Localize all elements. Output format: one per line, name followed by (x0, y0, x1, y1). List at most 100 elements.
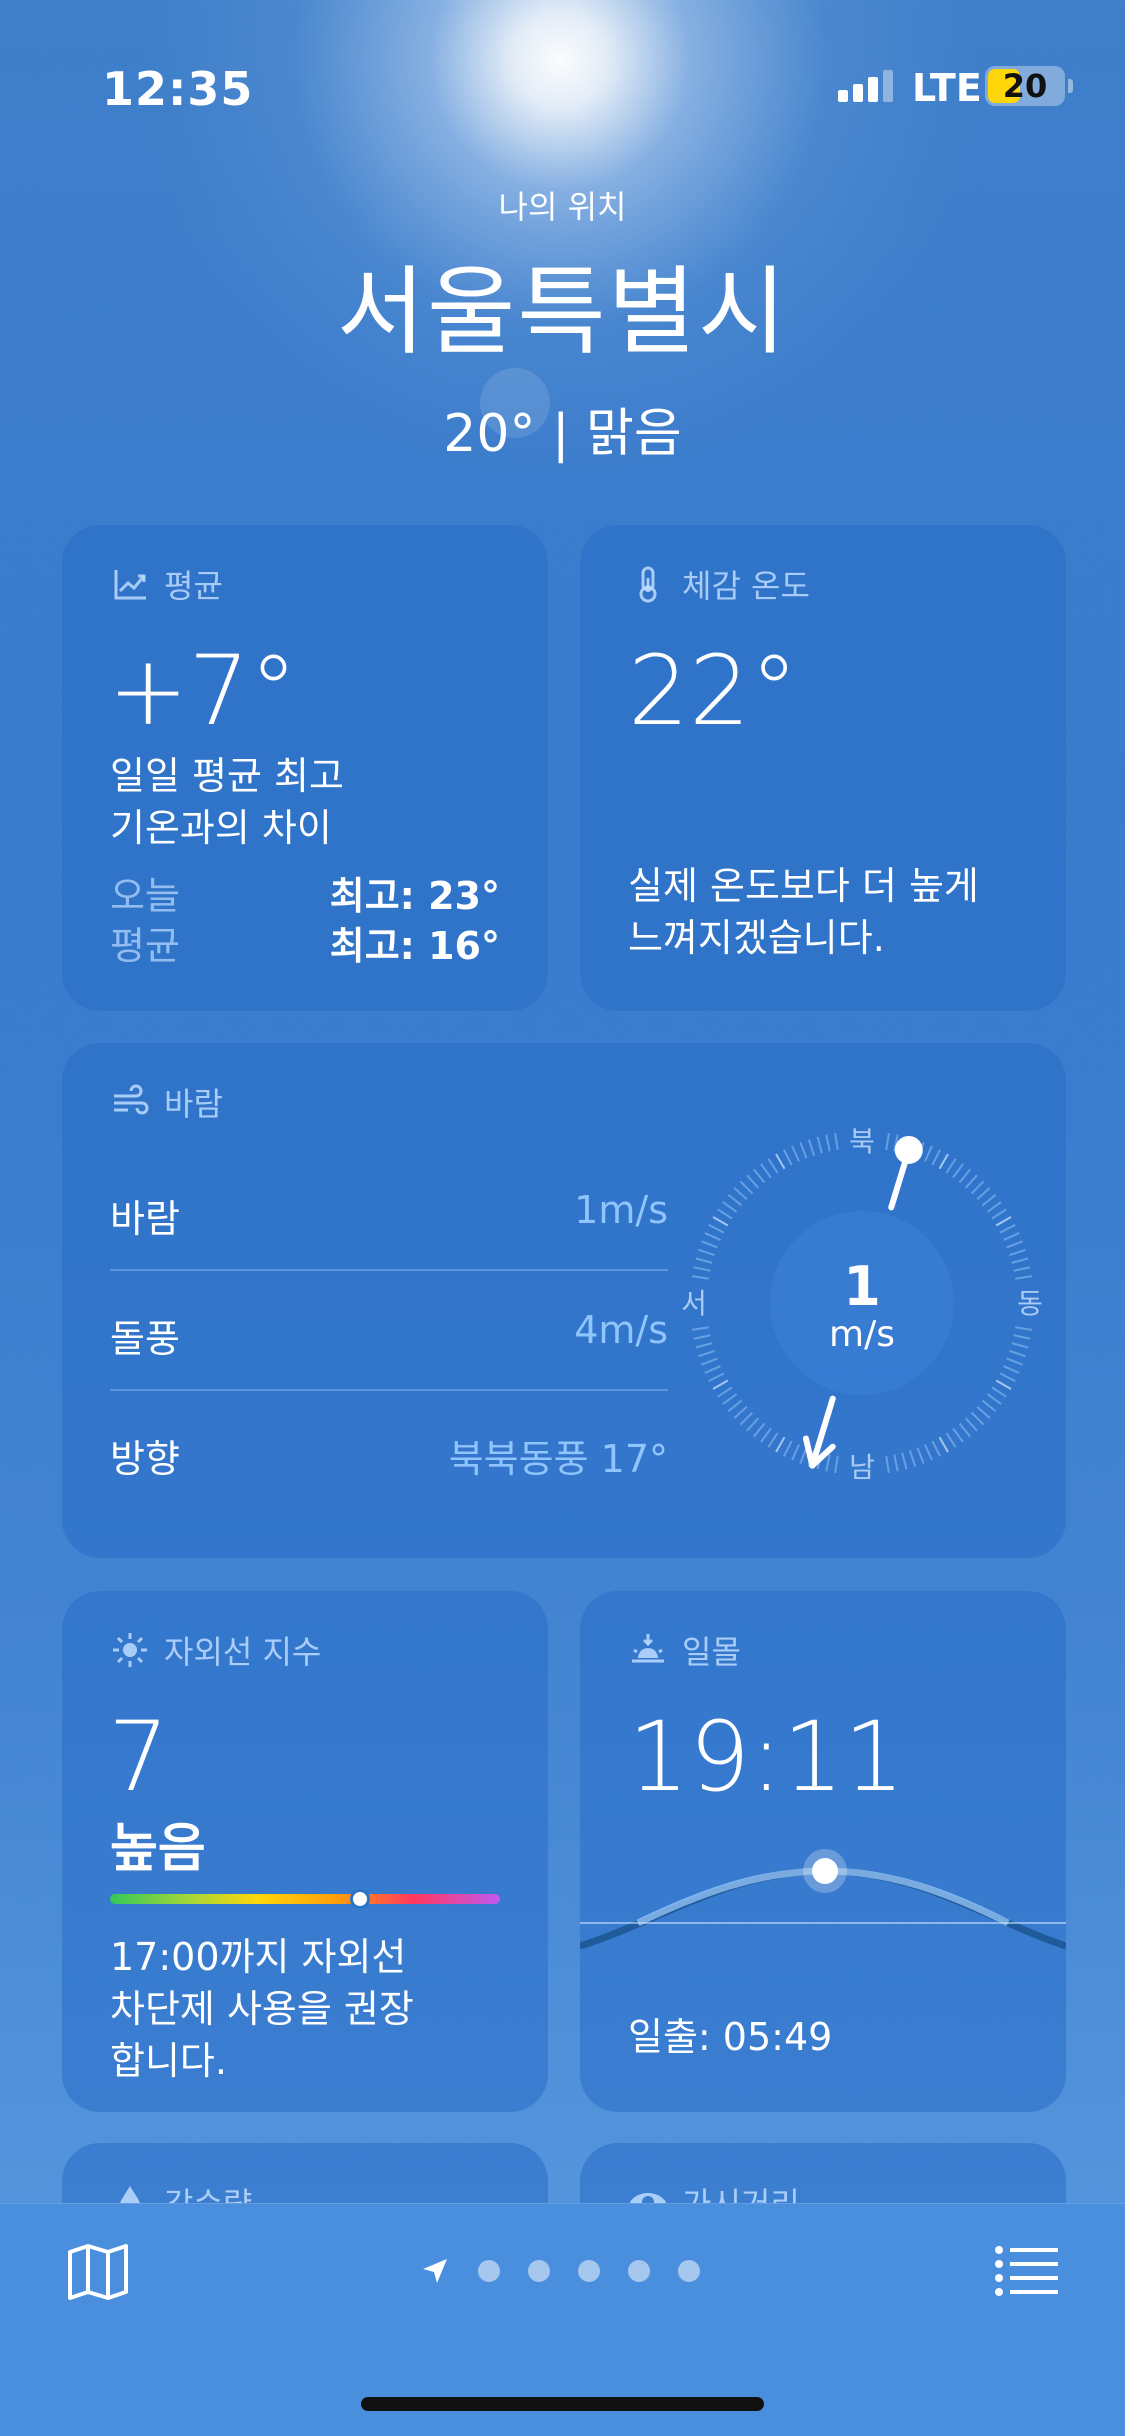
sun-marker (812, 1858, 838, 1884)
compass-tick (752, 1168, 766, 1184)
uv-title: 자외선 지수 (164, 1633, 322, 1671)
page-dot[interactable] (578, 2260, 600, 2282)
page-indicator[interactable] (420, 2256, 700, 2286)
wind-divider (110, 1269, 668, 1271)
avg-row: 평균 최고: 16° (110, 915, 500, 970)
status-time: 12:35 (102, 62, 254, 116)
compass-tick (701, 1357, 718, 1366)
compass-tick (727, 1399, 743, 1413)
compass-tick (945, 1158, 957, 1174)
average-desc-2: 기온과의 차이 (110, 806, 332, 850)
compass-tick (1011, 1342, 1029, 1349)
sunset-header: 일몰 (628, 1627, 741, 1673)
compass-tick (893, 1454, 899, 1472)
map-icon[interactable] (66, 2240, 130, 2304)
compass-tick (991, 1208, 1007, 1220)
compass-tick (981, 1399, 997, 1413)
wind-gust-label: 돌풍 (110, 1317, 180, 1361)
compass-tick (970, 1180, 985, 1195)
compass-tick (986, 1393, 1002, 1405)
average-value: +7° (108, 635, 298, 747)
uv-level-marker (349, 1889, 370, 1909)
compass-tick (885, 1132, 890, 1151)
compass-tick (693, 1334, 711, 1340)
compass-tick (708, 1372, 725, 1382)
wind-title: 바람 (164, 1085, 223, 1123)
compass-tick (799, 1142, 808, 1159)
wind-card[interactable]: 바람 바람 1m/s 돌풍 4m/s 방향 북북동풍 17° 북 남 동 서 1… (62, 1043, 1066, 1558)
compass-tick (999, 1372, 1016, 1382)
compass-tick (816, 1136, 823, 1154)
compass-tick (791, 1444, 800, 1461)
compass-tick (760, 1427, 772, 1443)
compass-north: 북 (849, 1125, 875, 1158)
compass-tick (1011, 1257, 1029, 1264)
average-card[interactable]: 평균 +7° 일일 평균 최고 기온과의 차이 오늘 최고: 23° 평균 최고… (62, 525, 548, 1011)
compass-tick (916, 1447, 925, 1464)
compass-tick (767, 1158, 779, 1174)
compass-tick (952, 1427, 964, 1443)
compass-tick (999, 1224, 1016, 1234)
compass-tick (691, 1326, 710, 1331)
compass-tick (834, 1132, 839, 1151)
compass-tick (986, 1201, 1002, 1213)
compass-tick (1009, 1349, 1026, 1358)
compass-tick (931, 1440, 941, 1457)
feels-like-value: 22° (628, 635, 799, 747)
compass-tick (1006, 1357, 1023, 1366)
uv-desc-1: 17:00까지 자외선 (110, 1935, 407, 1979)
uv-desc-2: 차단제 사용을 권장 (110, 1987, 414, 2031)
compass-tick (775, 1436, 786, 1453)
compass-tick (908, 1450, 917, 1467)
avg-value: 최고: 16° (329, 924, 500, 968)
page-dot[interactable] (628, 2260, 650, 2282)
compass-speed: 1 (843, 1255, 881, 1318)
page-dot[interactable] (478, 2260, 500, 2282)
average-desc-1: 일일 평균 최고 (110, 754, 344, 798)
cellular-signal-icon (838, 70, 893, 102)
location-label: 나의 위치 (498, 188, 627, 226)
wind-row-gust: 돌풍 4m/s (110, 1308, 668, 1363)
compass-tick (712, 1216, 729, 1227)
compass-tick (722, 1201, 738, 1213)
wind-icon (114, 1084, 149, 1115)
compass-tick (924, 1145, 933, 1162)
today-value: 최고: 23° (329, 874, 500, 918)
thermometer-icon (639, 566, 657, 603)
page-dot[interactable] (528, 2260, 550, 2282)
location-arrow-icon[interactable] (420, 2256, 450, 2286)
compass-tick (1014, 1275, 1033, 1280)
compass-tick (1006, 1240, 1023, 1249)
sunset-title: 일몰 (682, 1633, 741, 1671)
compass-tick (691, 1275, 710, 1280)
compass-tick (698, 1248, 715, 1257)
compass-tick (746, 1174, 760, 1189)
wind-direction-value: 북북동풍 17° (448, 1437, 668, 1481)
compass-tick (695, 1257, 713, 1264)
page-dot[interactable] (678, 2260, 700, 2282)
compass-tick (733, 1405, 748, 1419)
compass-tick (807, 1139, 816, 1156)
compass-tick (752, 1422, 766, 1438)
wind-speed-label: 바람 (110, 1197, 180, 1241)
compass-tick (704, 1232, 721, 1241)
wind-compass: 북 남 동 서 1 m/s (681, 1125, 1043, 1484)
feels-like-card[interactable]: 체감 온도 22° 실제 온도보다 더 높게 느껴지겠습니다. (580, 525, 1066, 1011)
compass-tick (981, 1193, 997, 1207)
wind-row-speed: 바람 1m/s (110, 1188, 668, 1243)
compass-tick (708, 1224, 725, 1234)
list-icon[interactable] (994, 2244, 1060, 2300)
wind-divider (110, 1389, 668, 1391)
wind-row-direction: 방향 북북동풍 17° (110, 1428, 668, 1483)
compass-tick (1009, 1248, 1026, 1257)
home-indicator[interactable] (361, 2397, 764, 2411)
today-row: 오늘 최고: 23° (110, 865, 500, 920)
network-type: LTE (912, 66, 982, 110)
compass-tick (1003, 1232, 1020, 1241)
compass-east: 동 (1017, 1287, 1043, 1320)
compass-tick (958, 1422, 972, 1438)
sunset-card[interactable]: 일몰 19:11 일출: 05:49 (580, 1591, 1066, 2112)
compass-tick (698, 1349, 715, 1358)
compass-tick (701, 1240, 718, 1249)
uv-card[interactable]: 자외선 지수 7 높음 17:00까지 자외선 차단제 사용을 권장 합니다. (62, 1591, 548, 2112)
